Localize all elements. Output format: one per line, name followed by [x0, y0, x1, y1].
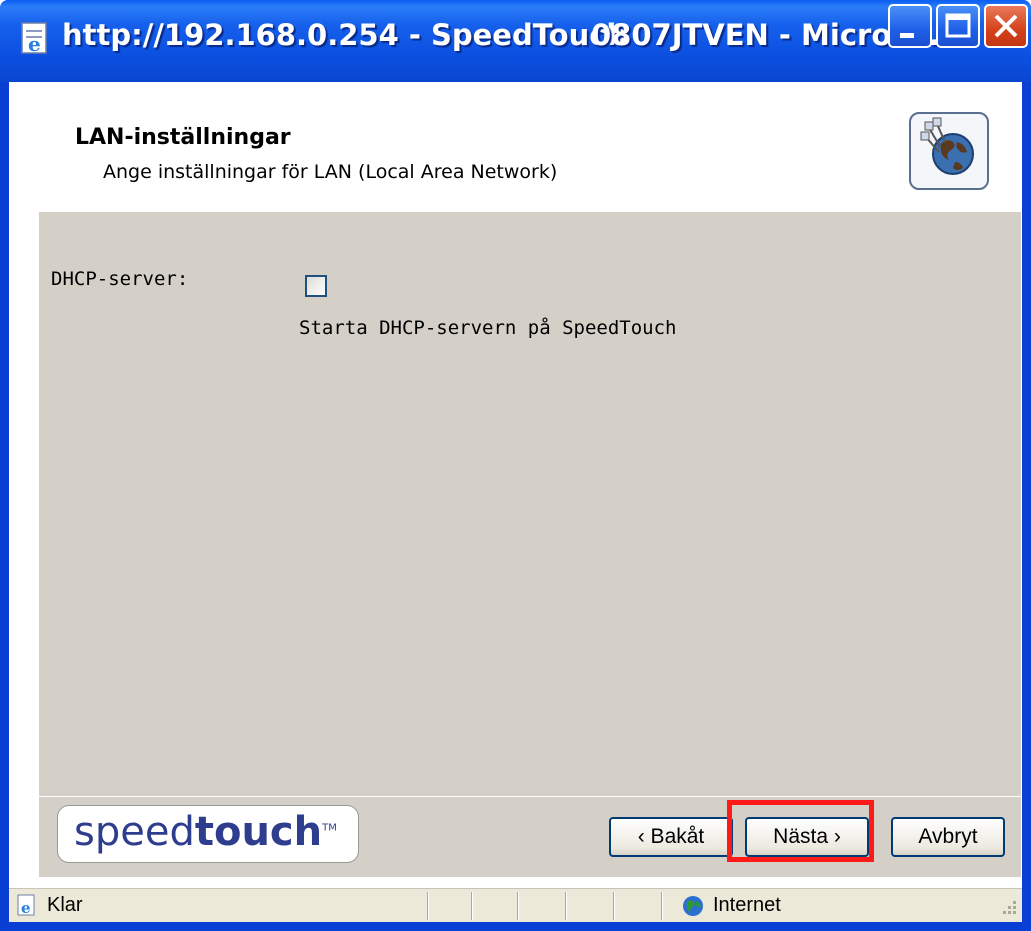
status-separator	[613, 892, 615, 920]
wizard-footer: speedtouchTM ‹ Bakåt Nästa › Avbryt	[39, 796, 1021, 877]
dhcp-server-label: DHCP-server:	[51, 268, 189, 290]
page-title: LAN-inställningar	[75, 125, 291, 150]
status-bar: e Klar Internet	[9, 888, 1022, 922]
ie-page-icon: e	[21, 22, 47, 56]
status-separator	[471, 892, 473, 920]
dhcp-server-checkbox[interactable]	[305, 275, 327, 297]
minimize-button[interactable]	[888, 4, 932, 48]
status-separator	[565, 892, 567, 920]
status-text: Klar	[47, 894, 83, 916]
page-subtitle: Ange inställningar för LAN (Local Area N…	[103, 161, 558, 183]
maximize-button[interactable]	[936, 4, 980, 48]
logo-trademark: TM	[322, 822, 337, 834]
window-title: http://192.168.0.254 - SpeedTouch	[62, 18, 628, 52]
svg-text:e: e	[21, 899, 31, 917]
status-separator	[427, 892, 429, 920]
form-panel: DHCP-server: Starta DHCP-servern på Spee…	[39, 212, 1021, 877]
minimize-icon	[900, 33, 914, 38]
browser-window: e http://192.168.0.254 - SpeedTouch 0807…	[0, 0, 1031, 931]
dhcp-server-option-text: Starta DHCP-servern på SpeedTouch	[299, 317, 677, 339]
logo-text-light: speed	[74, 809, 195, 855]
logo-text-bold: touch	[194, 809, 323, 855]
maximize-icon	[945, 13, 971, 38]
next-button[interactable]: Nästa ›	[745, 817, 869, 857]
cancel-button[interactable]: Avbryt	[891, 817, 1005, 857]
svg-text:e: e	[28, 32, 41, 56]
title-bar[interactable]: e http://192.168.0.254 - SpeedTouch 0807…	[0, 0, 1031, 82]
resize-grip-icon[interactable]	[999, 895, 1019, 917]
close-icon	[994, 14, 1018, 38]
internet-zone-icon	[683, 896, 703, 916]
status-separator	[517, 892, 519, 920]
speedtouch-logo: speedtouchTM	[57, 805, 359, 863]
status-separator	[661, 892, 663, 920]
lan-globe-icon	[909, 112, 989, 190]
zone-text: Internet	[713, 894, 781, 916]
close-button[interactable]	[984, 4, 1028, 48]
back-button[interactable]: ‹ Bakåt	[609, 817, 733, 857]
page-status-icon: e	[17, 894, 35, 917]
wizard-header: LAN-inställningar Ange inställningar för…	[9, 82, 1022, 212]
